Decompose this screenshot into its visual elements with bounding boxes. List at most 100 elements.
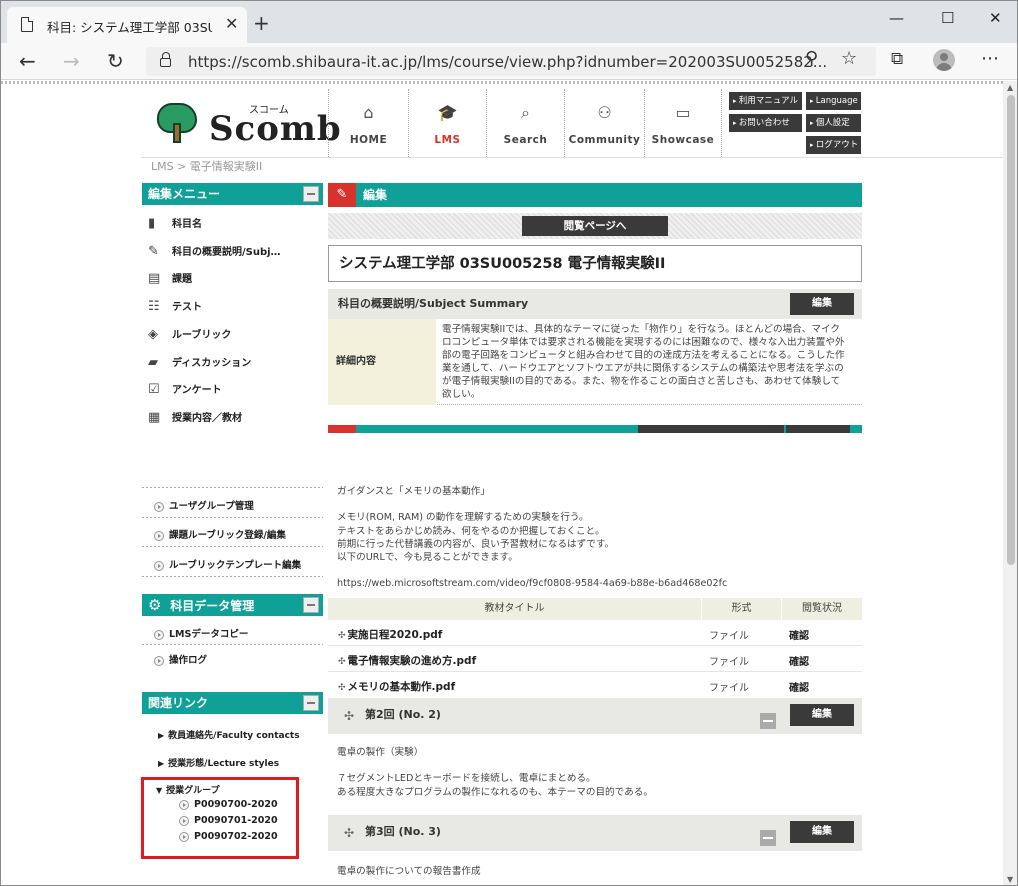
collections-icon[interactable]: ⧉ (891, 49, 903, 69)
material-status[interactable]: 確認 (789, 627, 809, 642)
sidebar-item-assignment[interactable]: ▤ 課題 (148, 270, 192, 286)
scomb-logo[interactable]: スコーム Scomb (153, 103, 341, 149)
manual-button[interactable]: 利用マニュアル (729, 92, 802, 110)
sidebar-item-label: LMSデータコピー (169, 629, 249, 640)
header-dotted-line (1, 81, 1003, 84)
table-row[interactable]: 電子情報実験の進め方.pdf ファイル 確認 (328, 646, 862, 672)
week3-edit-button[interactable]: 編集 (790, 821, 854, 843)
minimize-icon[interactable]: — (889, 9, 904, 27)
view-page-button[interactable]: 閲覧ページへ (522, 216, 668, 236)
sidebar-item-label: 科目名 (172, 219, 202, 230)
edit-section-header: ✎ 編集 (328, 183, 862, 207)
nav-home[interactable]: ⌂ HOME (328, 89, 408, 157)
summary-edit-button[interactable]: 編集 (790, 293, 854, 315)
sidebar-item-summary[interactable]: ✎ 科目の概要説明/Subj… (148, 243, 281, 259)
refresh-icon[interactable]: ↻ (107, 49, 124, 73)
scroll-up-icon[interactable]: ▲ (1007, 83, 1013, 92)
sidebar-item-label: ディスカッション (172, 358, 252, 369)
sidebar-item-course-name[interactable]: ▮ 科目名 (148, 215, 202, 231)
nav-search-label: Search (503, 134, 548, 146)
breadcrumb[interactable]: LMS > 電子情報実験II (151, 158, 262, 174)
profile-avatar-icon[interactable] (933, 49, 955, 71)
language-button[interactable]: Language (806, 92, 861, 110)
material-status[interactable]: 確認 (789, 679, 809, 694)
logout-button[interactable]: ログアウト (806, 136, 861, 154)
divider (142, 644, 323, 645)
collapse-icon[interactable] (303, 597, 319, 613)
link-faculty-contacts[interactable]: ▶ 教員連絡先/Faculty contacts (158, 728, 300, 741)
favorite-star-icon[interactable]: ☆ (841, 48, 857, 69)
col-status: 閲覧状況 (781, 598, 862, 620)
move-icon[interactable]: ✣ (344, 709, 354, 723)
maximize-icon[interactable]: ☐ (941, 9, 954, 27)
summary-line: 電子情報実験IIでは、具体的なテーマに従った「物作り」を行なう。ほとんどの場合、… (442, 324, 840, 335)
edit-menu-title: 編集メニュー (148, 187, 221, 201)
summary-line: 部の電子回路をコンピュータと組み合わせて目的の達成方法を考えることになる。こうし… (442, 350, 845, 361)
settings-button[interactable]: 個人設定 (806, 114, 861, 132)
sidebar-item-rubric[interactable]: ◈ ルーブリック (148, 326, 231, 342)
nav-community[interactable]: ⚇ Community (564, 89, 644, 157)
nav-showcase[interactable]: ▭ Showcase (644, 89, 722, 157)
material-name[interactable]: 電子情報実験の進め方.pdf (338, 653, 477, 668)
zoom-icon[interactable]: ⚲ (805, 48, 818, 69)
scrollbar-thumb[interactable] (1007, 95, 1015, 565)
sidebar-item-operation-log[interactable]: 操作ログ (154, 652, 207, 666)
summary-line: が電子情報実験IIの目的である。また、物を作ることの面白さと苦しさも、あわせて体… (442, 376, 841, 387)
table-row[interactable]: 実施日程2020.pdf ファイル 確認 (328, 620, 862, 646)
sidebar-item-discussion[interactable]: ▰ ディスカッション (148, 354, 251, 370)
url-field[interactable]: https://scomb.shibaura-it.ac.jp/lms/cour… (146, 47, 876, 76)
sidebar-item-label: ルーブリック (172, 330, 232, 341)
material-name[interactable]: 実施日程2020.pdf (338, 627, 443, 642)
stream-url[interactable]: https://web.microsoftstream.com/video/f9… (337, 577, 857, 590)
table-row[interactable]: メモリの基本動作.pdf ファイル 確認 (328, 672, 862, 698)
move-icon[interactable]: ✣ (344, 826, 354, 840)
sidebar-item-rubric-template[interactable]: ルーブリックテンプレート編集 (154, 557, 301, 571)
close-window-icon[interactable]: ✕ (989, 9, 1002, 27)
sidebar-item-rubric-register[interactable]: 課題ルーブリック登録/編集 (154, 527, 286, 541)
pencil-icon: ✎ (148, 244, 159, 259)
sidebar-item-label: アンケート (172, 385, 222, 396)
nav-search[interactable]: ⌕ Search (486, 89, 564, 157)
more-icon[interactable]: ⋯ (981, 48, 999, 69)
collapse-icon[interactable] (303, 186, 319, 202)
material-name[interactable]: メモリの基本動作.pdf (338, 679, 456, 694)
summary-header: 科目の概要説明/Subject Summary 編集 (328, 289, 862, 319)
title-bar: 科目: システム理工学部 03SU0052 ✕ + — ☐ ✕ (1, 1, 1017, 43)
minimize-section-icon[interactable] (760, 830, 776, 846)
week3-title: 第3回 (No. 3) (365, 825, 441, 838)
minimize-section-icon[interactable] (760, 713, 776, 729)
sidebar-item-test[interactable]: ☷ テスト (148, 298, 202, 314)
site-header: スコーム Scomb ⌂ HOME 🎓 LMS ⌕ Search ⚇ Commu… (1, 81, 1003, 159)
vertical-scrollbar[interactable]: ▲ ▼ (1003, 81, 1017, 885)
tab-title: 科目: システム理工学部 03SU0052 (47, 20, 212, 35)
week2-header: ✣ 第2回 (No. 2) 編集 (328, 698, 862, 734)
arrow-circle-icon (154, 530, 164, 541)
document-icon (21, 17, 33, 32)
week2-edit-button[interactable]: 編集 (790, 704, 854, 726)
new-tab-icon[interactable]: + (253, 11, 270, 35)
sidebar-item-lms-copy[interactable]: LMSデータコピー (154, 626, 248, 640)
url-text: https://scomb.shibaura-it.ac.jp/lms/cour… (188, 53, 828, 71)
tab-close-icon[interactable]: ✕ (225, 14, 238, 33)
nav-lms[interactable]: 🎓 LMS (408, 89, 486, 157)
material-status[interactable]: 確認 (789, 653, 809, 668)
graduation-cap-icon: 🎓 (437, 103, 458, 122)
nav-home-label: HOME (349, 134, 388, 146)
collapse-icon[interactable] (303, 695, 319, 711)
sidebar-item-user-groups[interactable]: ユーザグループ管理 (154, 498, 254, 512)
back-icon[interactable]: ← (19, 49, 36, 73)
scroll-down-icon[interactable]: ▼ (1007, 875, 1013, 884)
link-lecture-styles[interactable]: ▶ 授業形態/Lecture styles (158, 756, 279, 769)
sidebar-item-survey[interactable]: ☑ アンケート (148, 381, 222, 397)
course-data-title: 科目データ管理 (170, 599, 255, 613)
divider (142, 487, 323, 488)
forward-icon[interactable]: → (63, 49, 80, 73)
text-line: 前期に行った代替講義の内容が、良い予習教材になるはずです。 (337, 538, 615, 550)
gear-icon: ⚙ (148, 596, 162, 614)
sidebar-item-materials[interactable]: ▦ 授業内容／教材 (148, 409, 242, 425)
logo-text: Scomb (209, 109, 342, 149)
tree-trunk-icon (173, 123, 181, 143)
summary-line: 欲しい。 (442, 389, 481, 400)
contact-button[interactable]: お問い合わせ (729, 114, 802, 132)
browser-tab[interactable]: 科目: システム理工学部 03SU0052 ✕ (7, 7, 247, 43)
